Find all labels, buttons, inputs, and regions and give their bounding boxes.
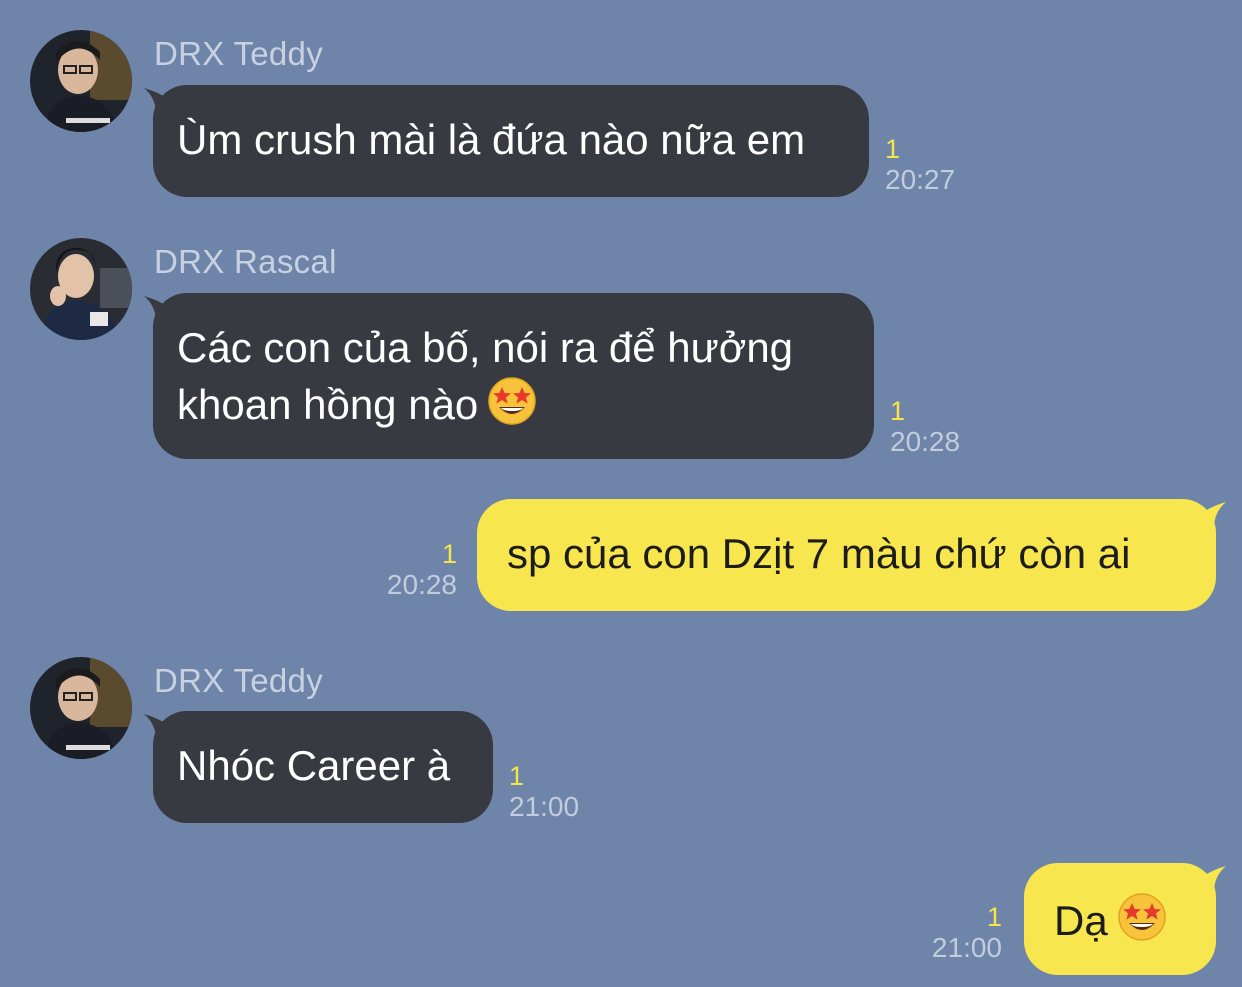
message-text: Ùm crush mài là đứa nào nữa em: [177, 116, 806, 163]
message-text: Dạ: [1054, 897, 1108, 944]
message-bubble[interactable]: Ùm crush mài là đứa nào nữa em: [153, 85, 869, 197]
star-struck-emoji-icon: [1116, 891, 1168, 943]
message-text: Nhóc Career à: [177, 742, 451, 789]
message-bubble[interactable]: Nhóc Career à: [153, 711, 493, 823]
timestamp: 20:28: [386, 569, 457, 600]
teddy-avatar[interactable]: [30, 30, 132, 132]
teddy-avatar[interactable]: [30, 657, 132, 759]
message-bubble[interactable]: sp của con Dzịt 7 màu chứ còn ai: [477, 499, 1216, 611]
unread-count: 1: [441, 539, 457, 569]
sender-name: DRX Rascal: [154, 243, 337, 280]
rascal-avatar[interactable]: [30, 238, 132, 340]
bubble-tail: [1200, 866, 1226, 892]
timestamp: 21:00: [931, 932, 1002, 963]
message-meta: 1 20:28: [387, 538, 457, 600]
message-meta: 1 20:28: [890, 395, 960, 457]
sender-name: DRX Teddy: [154, 35, 324, 72]
message-meta: 1 21:00: [509, 760, 579, 822]
timestamp: 20:28: [890, 426, 961, 457]
unread-count: 1: [885, 134, 901, 164]
unread-count: 1: [509, 761, 525, 791]
chat-thread: DRX Teddy Ùm crush mài là đứa nào nữa em…: [0, 0, 1242, 987]
message-text-line: Các con của bố, nói ra để hưởng: [177, 324, 794, 371]
unread-count: 1: [986, 902, 1002, 932]
timestamp: 21:00: [509, 791, 580, 822]
unread-count: 1: [890, 396, 906, 426]
bubble-tail: [1200, 502, 1226, 528]
message-bubble[interactable]: Dạ: [1024, 863, 1216, 975]
message-text: khoan hồng nào: [177, 381, 479, 428]
sender-name: DRX Teddy: [154, 662, 324, 699]
message-meta: 1 21:00: [932, 901, 1002, 963]
timestamp: 20:27: [885, 164, 956, 195]
message-meta: 1 20:27: [885, 133, 955, 195]
star-struck-emoji-icon: [486, 375, 538, 427]
message-text-line: khoan hồng nào: [177, 375, 850, 432]
message-bubble[interactable]: Các con của bố, nói ra để hưởng khoan hồ…: [153, 293, 874, 459]
message-text: sp của con Dzịt 7 màu chứ còn ai: [507, 530, 1131, 577]
